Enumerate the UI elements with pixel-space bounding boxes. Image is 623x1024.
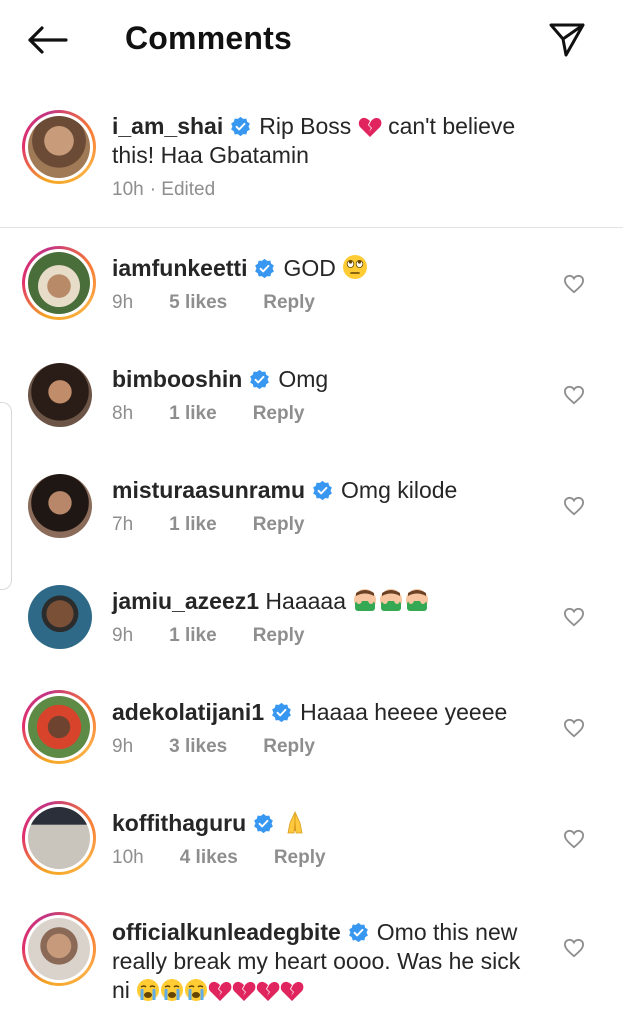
comment-time: 9h bbox=[112, 292, 134, 313]
comment-item: bimbooshin Omg 8h 1 like Reply bbox=[0, 347, 623, 458]
eye-roll-emoji-icon bbox=[343, 255, 368, 279]
post-caption: i_am_shai Rip Boss can't believe this! Ha… bbox=[0, 96, 623, 228]
avatar[interactable] bbox=[22, 801, 96, 875]
reply-button[interactable]: Reply bbox=[263, 292, 315, 313]
caption-username[interactable]: i_am_shai bbox=[112, 113, 223, 139]
heart-icon[interactable] bbox=[563, 385, 585, 405]
page-title: Comments bbox=[125, 20, 292, 56]
verified-badge-icon bbox=[250, 369, 270, 390]
reply-button[interactable]: Reply bbox=[253, 625, 305, 646]
verified-badge-icon bbox=[313, 480, 332, 501]
comment-item: koffithaguru 10h 4 likes Reply bbox=[0, 791, 623, 902]
reply-button[interactable]: Reply bbox=[253, 403, 305, 424]
comment-likes[interactable]: 1 like bbox=[169, 403, 217, 424]
comment-username[interactable]: adekolatijani1 bbox=[112, 699, 264, 725]
comment-item: misturaasunramu Omg kilode 7h 1 like Reply bbox=[0, 458, 623, 569]
comment-text: Omg bbox=[278, 366, 329, 392]
comment-username[interactable]: iamfunkeetti bbox=[112, 255, 247, 281]
heart-icon[interactable] bbox=[563, 718, 585, 738]
comment-likes[interactable]: 1 like bbox=[169, 514, 217, 535]
caption-text-1: Rip Boss bbox=[259, 113, 352, 139]
comment-time: 7h bbox=[112, 514, 134, 535]
comment-likes[interactable]: 3 likes bbox=[169, 736, 227, 757]
comment-username[interactable]: jamiu_azeez1 bbox=[112, 588, 259, 614]
verified-badge-icon bbox=[231, 116, 251, 137]
avatar[interactable] bbox=[28, 585, 92, 649]
comment-item: jamiu_azeez1 Haaaaa 9h 1 like Reply bbox=[0, 569, 623, 680]
reply-button[interactable]: Reply bbox=[263, 736, 315, 757]
avatar[interactable] bbox=[22, 110, 96, 184]
paper-plane-icon bbox=[549, 23, 585, 57]
comment-time: 9h bbox=[112, 625, 134, 646]
verified-badge-icon bbox=[255, 258, 275, 279]
caption-text-2: can't believe bbox=[388, 113, 516, 139]
verified-badge-icon bbox=[272, 702, 291, 723]
avatar[interactable] bbox=[22, 690, 96, 764]
reply-button[interactable]: Reply bbox=[253, 514, 305, 535]
verified-badge-icon bbox=[254, 813, 274, 834]
crying-emoji-icon bbox=[136, 977, 208, 1003]
comment-text: Haaaa heeee yeeee bbox=[300, 699, 508, 725]
avatar[interactable] bbox=[22, 912, 96, 986]
comment-username[interactable]: misturaasunramu bbox=[112, 477, 305, 503]
comment-username[interactable]: koffithaguru bbox=[112, 810, 246, 836]
comment-text: Omg kilode bbox=[341, 477, 458, 503]
edited-label: · Edited bbox=[149, 179, 216, 200]
comment-text-3: ni bbox=[112, 977, 130, 1003]
comment-username[interactable]: officialkunleadegbite bbox=[112, 919, 341, 945]
share-button[interactable] bbox=[544, 18, 590, 62]
comment-text-1: Omo this new bbox=[376, 919, 518, 945]
comment-username[interactable]: bimbooshin bbox=[112, 366, 242, 392]
reply-button[interactable]: Reply bbox=[274, 847, 326, 868]
back-button[interactable] bbox=[22, 18, 72, 62]
comment-time: 10h bbox=[112, 847, 144, 868]
avatar[interactable] bbox=[22, 246, 96, 320]
avatar[interactable] bbox=[28, 363, 92, 427]
comment-item: iamfunkeetti GOD 9h 5 likes Reply bbox=[0, 236, 623, 347]
comment-time: 8h bbox=[112, 403, 134, 424]
comments-header: Comments bbox=[0, 0, 623, 82]
broken-heart-icon bbox=[358, 117, 382, 137]
comment-item: adekolatijani1 Haaaa heeee yeeee 9h 3 like… bbox=[0, 680, 623, 791]
comment-time: 9h bbox=[112, 736, 134, 757]
broken-heart-emoji-icon bbox=[208, 977, 304, 1003]
comment-likes[interactable]: 5 likes bbox=[169, 292, 227, 313]
heart-icon[interactable] bbox=[563, 496, 585, 516]
back-arrow-icon bbox=[28, 26, 68, 54]
comment-text-2: really break my heart oooo. Was he sick bbox=[112, 948, 521, 974]
heart-icon[interactable] bbox=[563, 607, 585, 627]
avatar[interactable] bbox=[28, 474, 92, 538]
heart-icon[interactable] bbox=[563, 274, 585, 294]
face-palm-emoji-icon bbox=[352, 588, 430, 614]
folded-hands-emoji-icon bbox=[287, 811, 303, 834]
verified-badge-icon bbox=[348, 922, 368, 943]
comment-text: GOD bbox=[283, 255, 336, 281]
caption-text-3: this! Haa Gbatamin bbox=[112, 142, 309, 168]
heart-icon[interactable] bbox=[563, 829, 585, 849]
comment-likes[interactable]: 1 like bbox=[169, 625, 217, 646]
heart-icon[interactable] bbox=[563, 938, 585, 958]
caption-time: 10h bbox=[112, 179, 144, 200]
comment-likes[interactable]: 4 likes bbox=[180, 847, 238, 868]
comment-text: Haaaaa bbox=[265, 588, 346, 614]
comment-item: officialkunleadegbite Omo this new really… bbox=[0, 902, 623, 1024]
